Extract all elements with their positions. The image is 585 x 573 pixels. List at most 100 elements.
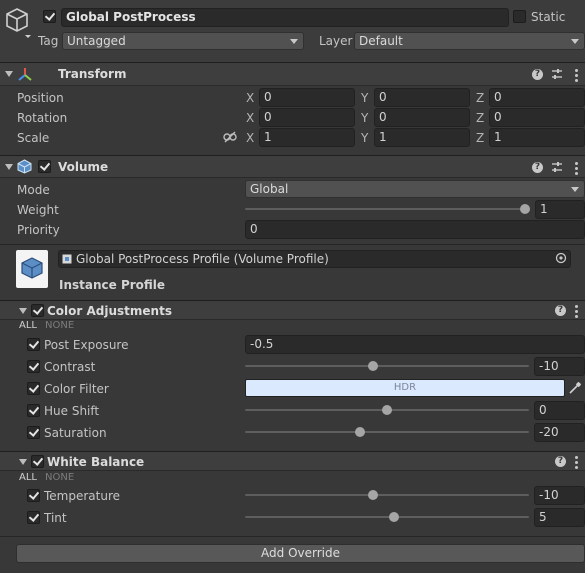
weight-field[interactable]: 1 [535,200,585,219]
more-options-icon[interactable] [575,69,578,84]
scale-y-axis[interactable]: Y [361,130,368,146]
hue-shift-override-checkbox[interactable] [27,404,40,417]
gameobject-name-field[interactable]: Global PostProcess [61,8,509,27]
color-filter-swatch[interactable]: HDR [245,379,565,397]
rotation-x-axis[interactable]: X [246,110,254,126]
slider-track [245,494,529,496]
object-picker-icon[interactable] [555,252,567,264]
slider-track [245,516,529,518]
position-x-axis[interactable]: X [246,90,254,106]
priority-field[interactable]: 0 [245,220,585,239]
saturation-override-checkbox[interactable] [27,426,40,439]
rotation-x-field[interactable]: 0 [259,108,355,127]
wb-none-toggle[interactable]: NONE [45,472,74,484]
slider-knob[interactable] [368,490,378,500]
hue-shift-field[interactable]: 0 [534,401,585,420]
scale-z-axis[interactable]: Z [476,130,484,146]
rotation-z-field[interactable]: 0 [489,108,585,127]
scale-y-field[interactable]: 1 [374,128,470,147]
volume-profile-icon [21,257,43,279]
scale-z-field[interactable]: 1 [489,128,585,147]
position-z-axis[interactable]: Z [476,90,484,106]
mode-dropdown[interactable]: Global [245,180,585,198]
hue-shift-slider[interactable] [245,402,529,418]
post-exposure-override-checkbox[interactable] [27,338,40,351]
volume-header[interactable]: Volume ? [0,155,585,178]
slider-track [245,431,529,433]
ca-all-toggle[interactable]: ALL [19,320,37,332]
slider-knob[interactable] [355,427,365,437]
preset-icon[interactable] [551,68,563,80]
profile-asset-icon [16,250,48,288]
volume-component-icon [17,159,32,174]
contrast-override-checkbox[interactable] [27,360,40,373]
slider-track [245,208,530,210]
fold-arrow-icon[interactable] [5,71,13,77]
transform-icon [18,68,32,81]
wb-all-toggle[interactable]: ALL [19,472,37,484]
slider-knob[interactable] [389,512,399,522]
ca-none-toggle[interactable]: NONE [45,320,74,332]
help-icon[interactable]: ? [532,69,543,80]
white-balance-header[interactable]: White Balance ? [0,451,585,471]
constrain-proportions-icon[interactable] [223,131,237,143]
fold-arrow-icon[interactable] [19,459,27,465]
transform-title: Transform [58,67,127,81]
more-options-icon[interactable] [575,162,578,177]
volume-title: Volume [58,160,109,174]
scale-x-field[interactable]: 1 [259,128,355,147]
slider-knob[interactable] [520,204,530,214]
color-adjustments-title: Color Adjustments [47,304,172,318]
fold-arrow-icon[interactable] [5,164,13,170]
volume-enabled-checkbox[interactable] [38,160,51,173]
temperature-override-checkbox[interactable] [27,489,40,502]
contrast-slider[interactable] [245,358,529,374]
saturation-slider[interactable] [245,424,529,440]
profile-field-value: Global PostProcess Profile (Volume Profi… [76,252,329,266]
color-adjustments-enabled-checkbox[interactable] [31,304,44,317]
white-balance-enabled-checkbox[interactable] [31,455,44,468]
layer-dropdown[interactable]: Default [354,32,585,50]
slider-knob[interactable] [368,361,378,371]
weight-slider[interactable] [245,201,530,217]
profile-field[interactable]: Global PostProcess Profile (Volume Profi… [58,250,571,268]
slider-knob[interactable] [382,405,392,415]
slider-track [245,365,529,367]
rotation-y-field[interactable]: 0 [374,108,470,127]
saturation-field[interactable]: -20 [534,423,585,442]
position-y-axis[interactable]: Y [361,90,368,106]
contrast-field[interactable]: -10 [534,357,585,376]
tint-slider[interactable] [245,509,529,525]
temperature-slider[interactable] [245,487,529,503]
position-z-field[interactable]: 0 [489,88,585,107]
static-checkbox[interactable] [513,10,526,23]
contrast-label: Contrast [44,360,96,374]
rotation-y-axis[interactable]: Y [361,110,368,126]
scale-x-axis[interactable]: X [246,130,254,146]
preset-icon[interactable] [551,161,563,173]
tint-field[interactable]: 5 [534,508,585,527]
add-override-button[interactable]: Add Override [16,544,585,563]
mode-label: Mode [17,183,50,197]
color-adjustments-header[interactable]: Color Adjustments ? [0,300,585,320]
tag-dropdown[interactable]: Untagged [62,32,304,50]
help-icon[interactable]: ? [555,456,566,467]
help-icon[interactable]: ? [532,162,543,173]
temperature-label: Temperature [44,489,121,503]
temperature-field[interactable]: -10 [534,486,585,505]
help-icon[interactable]: ? [555,305,566,316]
post-exposure-field[interactable]: -0.5 [245,335,585,354]
color-filter-override-checkbox[interactable] [27,382,40,395]
fold-arrow-icon[interactable] [19,308,27,314]
more-options-icon[interactable] [575,305,578,320]
eyedropper-icon[interactable] [568,381,582,395]
tint-override-checkbox[interactable] [27,511,40,524]
position-x-field[interactable]: 0 [259,88,355,107]
section-separator [0,244,585,245]
more-options-icon[interactable] [575,456,578,471]
transform-header[interactable]: Transform ? [0,62,585,86]
gameobject-active-checkbox[interactable] [43,10,56,23]
rotation-z-axis[interactable]: Z [476,110,484,126]
position-y-field[interactable]: 0 [374,88,470,107]
gameobject-cube-icon[interactable] [5,8,31,38]
